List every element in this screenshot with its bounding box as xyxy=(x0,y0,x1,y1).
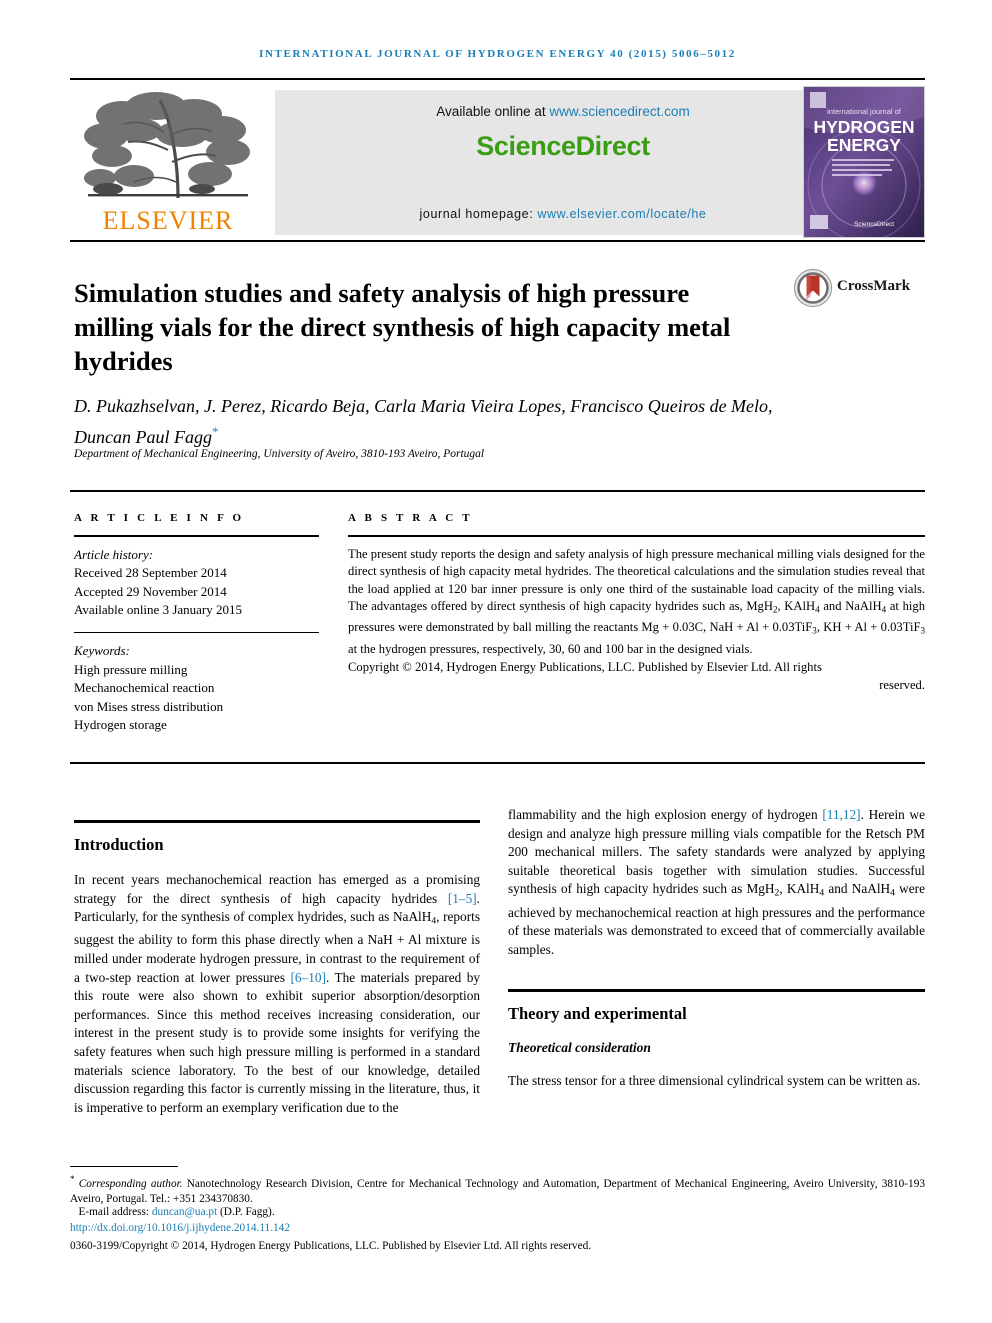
abstract-copyright-tail: reserved. xyxy=(879,677,925,692)
masthead: ELSEVIER Available online at www.science… xyxy=(70,86,925,238)
abstract-sub-5: 3 xyxy=(920,625,925,636)
article-history-item: Available online 3 January 2015 xyxy=(74,602,242,617)
footnote-rule xyxy=(70,1166,178,1168)
intro2-seg-c: , KAlH xyxy=(779,881,820,897)
author-list: D. Pukazhselvan, J. Perez, Ricardo Beja,… xyxy=(74,394,774,450)
abstract-copyright: Copyright © 2014, Hydrogen Energy Public… xyxy=(348,660,822,675)
keyword-item: High pressure milling xyxy=(74,661,188,677)
introduction-rule xyxy=(74,820,480,823)
abstract-divider xyxy=(348,535,925,537)
body-column-left: Introduction In recent years mechanochem… xyxy=(74,820,480,1117)
theoretical-consideration-subheading: Theoretical consideration xyxy=(508,1040,651,1056)
svg-text:HYDROGEN: HYDROGEN xyxy=(813,117,914,137)
introduction-heading: Introduction xyxy=(74,835,164,854)
article-history-label: Article history: xyxy=(74,546,154,562)
theory-heading: Theory and experimental xyxy=(508,1004,687,1024)
page-title: Simulation studies and safety analysis o… xyxy=(74,277,731,376)
masthead-rule-bottom xyxy=(70,240,925,242)
keyword-item: Hydrogen storage xyxy=(74,717,167,732)
article-info-column: A R T I C L E I N F O Article history: R… xyxy=(74,512,319,735)
footnote-address: Nanotechnology Research Division, Centre… xyxy=(70,1177,926,1206)
info-rule-top xyxy=(70,490,925,492)
affiliation: Department of Mechanical Engineering, Un… xyxy=(74,448,485,460)
sciencedirect-panel: Available online at www.sciencedirect.co… xyxy=(275,90,851,235)
footnote-email-line: E-mail address: duncan@ua.pt (D.P. Fagg)… xyxy=(70,1206,925,1218)
introduction-continuation-paragraph: flammability and the high explosion ener… xyxy=(508,806,925,959)
header-rule-top xyxy=(70,78,925,80)
theory-paragraph: The stress tensor for a three dimensiona… xyxy=(508,1073,921,1089)
journal-homepage-label: journal homepage: xyxy=(419,207,538,221)
footnote-star: * xyxy=(70,1174,75,1184)
intro-seg-d: . The materials prepared by this route w… xyxy=(74,969,480,1115)
intro2-seg-d: and NaAlH xyxy=(824,881,891,897)
abstract-seg-5: , KH + Al + 0.03TiF xyxy=(816,620,921,635)
abstract-paragraph: The present study reports the design and… xyxy=(348,546,925,659)
available-online-line: Available online at www.sciencedirect.co… xyxy=(436,104,689,119)
abstract-seg-3: and NaAlH xyxy=(819,599,882,614)
corresponding-author-footnote: * Corresponding author. Nanotechnology R… xyxy=(70,1172,925,1208)
issn-copyright-line: 0360-3199/Copyright © 2014, Hydrogen Ene… xyxy=(70,1240,592,1252)
theory-rule xyxy=(508,989,925,993)
sciencedirect-wordmark: ScienceDirect xyxy=(476,131,650,161)
elsevier-logo: ELSEVIER xyxy=(70,86,266,238)
keywords-divider xyxy=(74,631,319,633)
elsevier-tree-icon xyxy=(84,92,250,199)
email-suffix: (D.P. Fagg). xyxy=(217,1206,275,1218)
citation-ref-11-12[interactable]: [11,12] xyxy=(822,807,860,822)
abstract-seg-2: , KAlH xyxy=(777,599,816,614)
journal-article-page: International Journal of Hydrogen Energy… xyxy=(0,0,992,1323)
journal-homepage-line: journal homepage: www.elsevier.com/locat… xyxy=(275,207,851,221)
intro-seg-a: In recent years mechanochemical reaction… xyxy=(74,872,480,906)
article-history-item: Accepted 29 November 2014 xyxy=(74,583,227,599)
article-history-block: Article history: Received 28 September 2… xyxy=(74,546,319,620)
doi-link[interactable]: http://dx.doi.org/10.1016/j.ijhydene.201… xyxy=(70,1222,925,1234)
intro2-seg-a: flammability and the high explosion ener… xyxy=(508,807,823,822)
keyword-item: von Mises stress distribution xyxy=(74,698,224,714)
abstract-column: A B S T R A C T The present study report… xyxy=(348,512,925,694)
introduction-paragraph: In recent years mechanochemical reaction… xyxy=(74,871,480,1117)
available-online-prefix: Available online at xyxy=(436,104,550,119)
abstract-heading: A B S T R A C T xyxy=(348,512,473,524)
abstract-rule-bottom xyxy=(70,762,925,764)
running-head: International Journal of Hydrogen Energy… xyxy=(259,48,736,60)
keywords-label: Keywords: xyxy=(74,643,130,658)
sciencedirect-url-link[interactable]: www.sciencedirect.com xyxy=(549,104,689,119)
keyword-item: Mechanochemical reaction xyxy=(74,680,215,695)
article-info-heading: A R T I C L E I N F O xyxy=(74,512,245,524)
body-column-right: flammability and the high explosion ener… xyxy=(508,806,925,1091)
journal-cover-art: international journal of HYDROGEN ENERGY… xyxy=(804,87,924,237)
citation-ref-1-5[interactable]: [1–5] xyxy=(448,891,477,906)
corresponding-author-marker: * xyxy=(211,424,219,439)
crossmark-badge[interactable]: CrossMark xyxy=(793,268,925,310)
abstract-body: The present study reports the design and… xyxy=(348,546,925,695)
article-info-divider xyxy=(74,535,319,537)
keywords-block: Keywords: High pressure milling Mechanoc… xyxy=(74,642,319,735)
email-link[interactable]: duncan@ua.pt xyxy=(152,1206,217,1218)
svg-text:ENERGY: ENERGY xyxy=(827,135,901,155)
crossmark-icon xyxy=(794,269,832,307)
email-label: E-mail address: xyxy=(78,1206,152,1218)
svg-text:ScienceDirect: ScienceDirect xyxy=(854,221,894,228)
citation-ref-6-10[interactable]: [6–10] xyxy=(291,970,326,985)
abstract-seg-6: at the hydrogen pressures, respectively,… xyxy=(348,641,753,656)
journal-homepage-link[interactable]: www.elsevier.com/locate/he xyxy=(537,207,706,221)
svg-text:international journal of: international journal of xyxy=(827,107,902,116)
article-history-item: Received 28 September 2014 xyxy=(74,565,227,580)
crossmark-label: CrossMark xyxy=(837,278,911,294)
footnote-corresponding-label: Corresponding author. xyxy=(78,1177,183,1190)
journal-cover-thumbnail: international journal of HYDROGEN ENERGY… xyxy=(803,86,925,238)
elsevier-wordmark: ELSEVIER xyxy=(102,206,234,235)
author-names: D. Pukazhselvan, J. Perez, Ricardo Beja,… xyxy=(74,396,773,447)
